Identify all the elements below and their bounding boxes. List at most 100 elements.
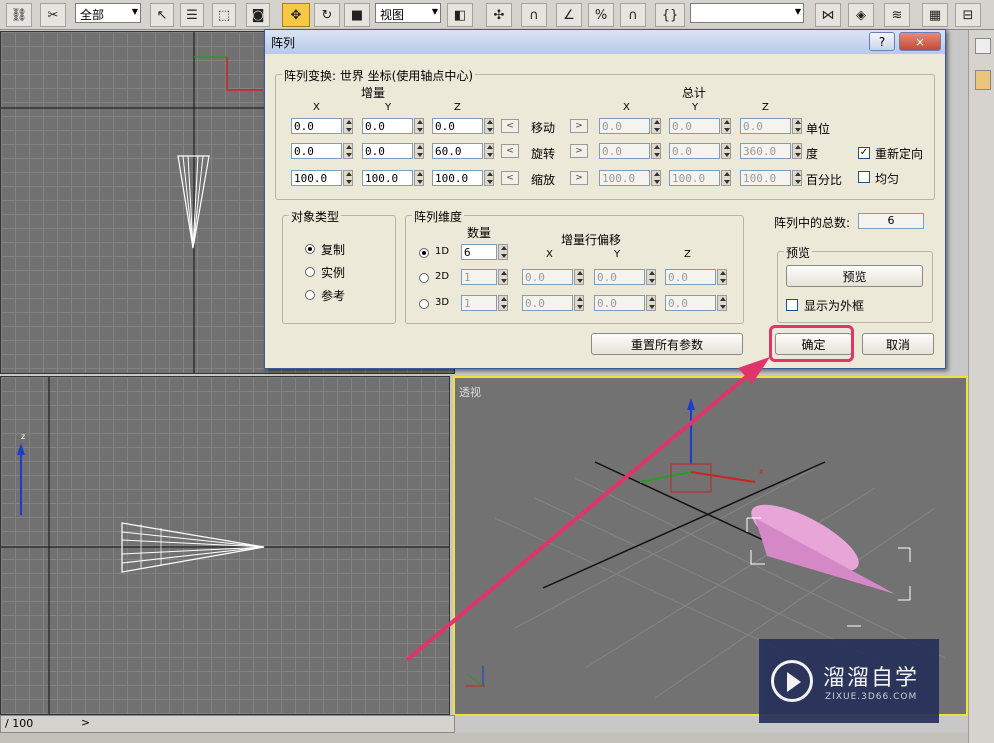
curve-editor-icon[interactable]: ▦ (922, 3, 948, 27)
select-object-icon[interactable]: ↖ (150, 3, 174, 27)
move-inc-x[interactable]: 0.0 (291, 118, 353, 134)
spinner-snap-icon[interactable]: ∩ (620, 3, 646, 27)
move-right-arrow[interactable]: > (570, 119, 588, 133)
dim-2d-z[interactable]: 0.0 (665, 269, 727, 285)
dim-1d-label: 1D (435, 246, 450, 257)
col-x-total: X (623, 102, 630, 113)
totals-label: 总计 (682, 86, 707, 100)
front-viewport[interactable]: z (0, 376, 450, 715)
selection-filter-dropdown[interactable]: 全部 (75, 3, 141, 23)
window-crossing-icon[interactable]: ◙ (246, 3, 270, 27)
layer-manager-icon[interactable]: ≋ (884, 3, 910, 27)
uniform-label: 均匀 (875, 172, 900, 186)
move-inc-y[interactable]: 0.0 (362, 118, 424, 134)
display-as-box-checkbox[interactable] (786, 299, 798, 311)
track-bar[interactable] (0, 733, 968, 743)
reset-all-button[interactable]: 重置所有参数 (591, 333, 743, 355)
light-icon[interactable] (975, 70, 991, 90)
reference-radio[interactable] (305, 290, 315, 300)
rotate-right-arrow[interactable]: > (570, 144, 588, 158)
angle-snap-icon[interactable]: ∠ (556, 3, 582, 27)
dim-2d-y[interactable]: 0.0 (594, 269, 656, 285)
col-x: X (313, 102, 320, 113)
dim-3d-x[interactable]: 0.0 (522, 295, 584, 311)
copy-radio[interactable] (305, 244, 315, 254)
scale-inc-y[interactable]: 100.0 (362, 170, 424, 186)
move-tot-y[interactable]: 0.0 (669, 118, 731, 134)
select-by-name-icon[interactable]: ☰ (180, 3, 204, 27)
dim-2d-x[interactable]: 0.0 (522, 269, 584, 285)
rotate-tot-x[interactable]: 0.0 (599, 143, 661, 159)
snap-toggle-icon[interactable]: ∩ (521, 3, 547, 27)
dim-1d-count[interactable]: 6 (461, 244, 511, 260)
named-selection-icon[interactable]: {} (655, 3, 685, 27)
frame-counter: / 100 (5, 717, 34, 730)
rotate-inc-y[interactable]: 0.0 (362, 143, 424, 159)
command-panel (968, 30, 994, 743)
watermark-url: ZIXUE.3D66.COM (825, 692, 918, 702)
schematic-view-icon[interactable]: ⊟ (955, 3, 981, 27)
rotate-label: 旋转 (531, 147, 556, 161)
dim-1d-radio[interactable] (419, 248, 429, 258)
dim-3d-y[interactable]: 0.0 (594, 295, 656, 311)
scale-inc-x[interactable]: 100.0 (291, 170, 353, 186)
move-inc-z[interactable]: 0.0 (432, 118, 494, 134)
row-offsets-label: 增量行偏移 (561, 233, 622, 247)
instance-radio[interactable] (305, 267, 315, 277)
named-selection-dropdown[interactable] (690, 3, 804, 23)
scale-right-arrow[interactable]: > (570, 171, 588, 185)
rotate-tot-z[interactable]: 360.0 (740, 143, 802, 159)
time-slider[interactable]: / 100 > (0, 715, 455, 733)
close-button[interactable]: × (899, 32, 941, 51)
reorient-checkbox[interactable]: ✓ (858, 147, 870, 159)
unlink-icon[interactable]: ✂ (40, 3, 66, 27)
count-label: 数量 (467, 226, 492, 240)
rotate-tot-y[interactable]: 0.0 (669, 143, 731, 159)
next-frame-button[interactable]: > (81, 716, 90, 729)
dim-3d-radio[interactable] (419, 299, 429, 309)
col-y: Y (385, 102, 392, 113)
manipulate-icon[interactable]: ✣ (486, 3, 512, 27)
col-y-total: Y (692, 102, 699, 113)
rotate-inc-x[interactable]: 0.0 (291, 143, 353, 159)
dim-3d-z[interactable]: 0.0 (665, 295, 727, 311)
display-as-box-label: 显示为外框 (804, 299, 865, 313)
scale-left-arrow[interactable]: < (501, 171, 519, 185)
align-icon[interactable]: ◈ (848, 3, 874, 27)
dim-2d-count[interactable]: 1 (461, 269, 511, 285)
move-tot-z[interactable]: 0.0 (740, 118, 802, 134)
percent-snap-icon[interactable]: % (588, 3, 614, 27)
scale-icon[interactable]: ■ (344, 3, 370, 27)
reference-coord-dropdown[interactable]: 视图 (375, 3, 441, 23)
mirror-icon[interactable]: ⋈ (815, 3, 841, 27)
uniform-checkbox[interactable] (858, 171, 870, 183)
col-z: Z (454, 102, 461, 113)
help-button[interactable]: ? (869, 32, 895, 51)
move-left-arrow[interactable]: < (501, 119, 519, 133)
dim-2d-radio[interactable] (419, 273, 429, 283)
move-tot-x[interactable]: 0.0 (599, 118, 661, 134)
dim-3d-count[interactable]: 1 (461, 295, 511, 311)
rotate-inc-z[interactable]: 60.0 (432, 143, 494, 159)
group-title: 对象类型 (289, 208, 342, 225)
panel-tab-icon[interactable] (975, 38, 991, 54)
svg-text:z: z (21, 432, 25, 441)
scale-label: 缩放 (531, 173, 556, 187)
rect-selection-icon[interactable]: ⬚ (212, 3, 236, 27)
preview-button[interactable]: 预览 (786, 265, 923, 287)
select-link-icon[interactable]: ⛓ (6, 3, 32, 27)
rotate-left-arrow[interactable]: < (501, 144, 519, 158)
total-in-array-field: 6 (858, 213, 924, 229)
rotate-icon[interactable]: ↻ (314, 3, 340, 27)
scale-tot-y[interactable]: 100.0 (669, 170, 731, 186)
dim-2d-label: 2D (435, 271, 450, 282)
move-unit: 单位 (806, 122, 831, 136)
pivot-center-icon[interactable]: ◧ (447, 3, 473, 27)
svg-text:x: x (759, 467, 764, 476)
group-title: 阵列变换: 世界 坐标(使用轴点中心) (282, 67, 476, 84)
scale-inc-z[interactable]: 100.0 (432, 170, 494, 186)
scale-tot-x[interactable]: 100.0 (599, 170, 661, 186)
move-icon[interactable]: ✥ (282, 3, 310, 27)
cancel-button[interactable]: 取消 (862, 333, 934, 355)
scale-tot-z[interactable]: 100.0 (740, 170, 802, 186)
